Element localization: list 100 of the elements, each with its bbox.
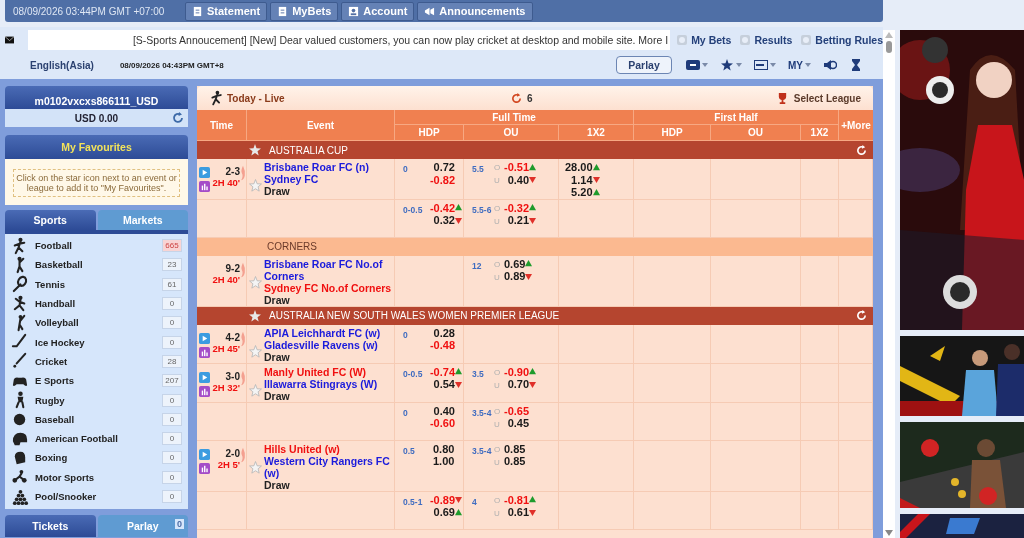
sport-link[interactable]: Motor Sports	[35, 471, 162, 483]
stats-icon[interactable]	[199, 462, 210, 474]
refresh-icon[interactable]	[172, 112, 184, 124]
odds-value[interactable]: 0.85	[504, 442, 526, 455]
star-icon[interactable]	[249, 383, 262, 397]
star-icon[interactable]	[249, 179, 262, 192]
odds-value[interactable]: -0.90	[504, 365, 530, 378]
scroll-down-icon[interactable]	[885, 530, 893, 536]
header-link[interactable]: Betting Rules	[815, 34, 883, 46]
event-count: 28	[162, 354, 182, 368]
sport-link[interactable]: Ice Hockey	[35, 336, 162, 348]
under-label: U	[494, 175, 501, 187]
odds-value[interactable]: 5.20	[571, 186, 593, 199]
top-menu-button[interactable]: Account	[341, 1, 415, 21]
odds-value[interactable]: 0.40	[433, 404, 455, 417]
odds-value[interactable]: -0.74	[429, 365, 455, 378]
announcement-ticker[interactable]: [S-Sports Annoucement] [New] Dear valued customers, you can now play cricket at desktop and mobile site. More I	[28, 30, 671, 50]
parlay-button[interactable]: Parlay	[616, 56, 672, 74]
odds-value[interactable]: -0.65	[504, 404, 530, 417]
column-group-header: First Half	[634, 110, 839, 125]
odds-value[interactable]: 0.54	[433, 378, 455, 391]
odds-value[interactable]: -0.42	[429, 201, 455, 214]
sport-link[interactable]: Volleyball	[35, 317, 162, 329]
star-icon[interactable]	[249, 344, 262, 358]
header-link[interactable]: Results	[754, 34, 793, 46]
team-name[interactable]: APIA Leichhardt FC (w)	[264, 326, 381, 339]
odds-value[interactable]: -0.82	[429, 173, 455, 186]
team-name[interactable]: Sydney FC	[264, 173, 369, 185]
team-name[interactable]: Brisbane Roar FC No.of Corners	[264, 257, 394, 282]
sport-link[interactable]: Rugby	[35, 394, 162, 406]
odds-value[interactable]: 0.45	[507, 417, 530, 430]
sport-link[interactable]: Handball	[35, 298, 162, 310]
scroll-thumb[interactable]	[886, 41, 892, 53]
top-menu-button[interactable]: Statement	[185, 1, 268, 21]
stats-icon[interactable]	[199, 181, 210, 192]
sport-link[interactable]: Basketball	[35, 259, 162, 271]
odds-value[interactable]: -0.60	[429, 417, 455, 430]
odds-value[interactable]: 1.14	[571, 173, 593, 186]
odds-value[interactable]: 0.32	[433, 214, 455, 227]
odds-value[interactable]: 28.00	[565, 161, 593, 174]
odds-value[interactable]: 0.80	[433, 442, 455, 455]
sport-link[interactable]: Tennis	[35, 278, 162, 290]
odds-value[interactable]: 0.69	[433, 506, 455, 519]
over-label: O	[494, 202, 502, 215]
odds-format-button[interactable]: MY	[784, 59, 815, 71]
sport-link[interactable]: Cricket	[35, 355, 162, 367]
odds-value[interactable]: 0.28	[433, 326, 455, 339]
language-selector[interactable]: English(Asia)	[30, 59, 94, 71]
odds-value[interactable]: 0.89	[504, 270, 526, 283]
odds-value[interactable]: 0.21	[507, 214, 530, 227]
mail-icon[interactable]	[5, 34, 15, 46]
odds-value[interactable]: 1.00	[433, 455, 455, 468]
team-name[interactable]: Brisbane Roar FC (n)	[264, 161, 369, 173]
stats-icon[interactable]	[199, 346, 210, 358]
star-icon[interactable]	[249, 144, 261, 156]
odds-value[interactable]: 0.72	[433, 161, 455, 174]
sport-link[interactable]: Baseball	[35, 413, 162, 425]
star-icon[interactable]	[249, 309, 261, 322]
event-count: 0	[162, 297, 182, 311]
play-icon[interactable]	[199, 448, 210, 460]
team-name[interactable]: Illawarra Stingrays (W)	[264, 377, 378, 390]
sport-link[interactable]: Football	[35, 240, 162, 252]
team-name[interactable]: Sydney FC No.of Corners	[264, 281, 394, 294]
bet-panel-tab[interactable]: Tickets	[5, 515, 96, 538]
odds-value[interactable]: 0.85	[504, 455, 526, 468]
sport-link[interactable]: Pool/Snooker	[35, 491, 162, 502]
play-icon[interactable]	[199, 332, 210, 344]
top-menu-button[interactable]: MyBets	[270, 1, 339, 21]
odds-value[interactable]: 0.61	[507, 506, 530, 519]
sport-link[interactable]: Boxing	[35, 452, 162, 464]
sport-link[interactable]: E Sports	[35, 375, 162, 387]
under-label: U	[494, 456, 501, 469]
play-icon[interactable]	[199, 167, 210, 178]
team-name[interactable]: Hills United (w)	[264, 442, 394, 455]
header-link[interactable]: My Bets	[691, 34, 732, 46]
odds-value[interactable]: 0.69	[504, 257, 526, 270]
star-icon[interactable]	[249, 275, 262, 289]
sport-link[interactable]: American Football	[35, 433, 162, 445]
team-name[interactable]: Manly United FC (W)	[264, 365, 378, 378]
stats-icon[interactable]	[199, 385, 210, 397]
select-league-link[interactable]: Select League	[793, 92, 861, 104]
scrollbar[interactable]	[883, 30, 895, 538]
caret-icon	[770, 63, 776, 67]
odds-value[interactable]: 0.40	[507, 173, 530, 186]
odds-value[interactable]: -0.51	[504, 161, 530, 174]
top-menu-button[interactable]: Announcements	[417, 1, 533, 21]
event-count: 61	[162, 277, 182, 291]
refresh-icon[interactable]	[511, 92, 522, 104]
speaker-icon	[823, 59, 837, 71]
team-name[interactable]: Gladesville Ravens (w)	[264, 338, 381, 351]
odds-value[interactable]: -0.89	[429, 493, 455, 506]
odds-value[interactable]: -0.81	[504, 493, 530, 506]
league-header[interactable]: AUSTRALIA CUP	[197, 141, 873, 159]
sidebar-tab[interactable]: Sports	[5, 210, 96, 230]
play-icon[interactable]	[199, 371, 210, 383]
odds-value[interactable]: 0.70	[507, 378, 530, 391]
odds-value[interactable]: -0.32	[504, 201, 530, 214]
odds-value[interactable]: -0.48	[429, 339, 455, 352]
star-icon[interactable]	[249, 460, 262, 474]
team-name[interactable]: Western City Rangers FC (w)	[264, 454, 394, 479]
